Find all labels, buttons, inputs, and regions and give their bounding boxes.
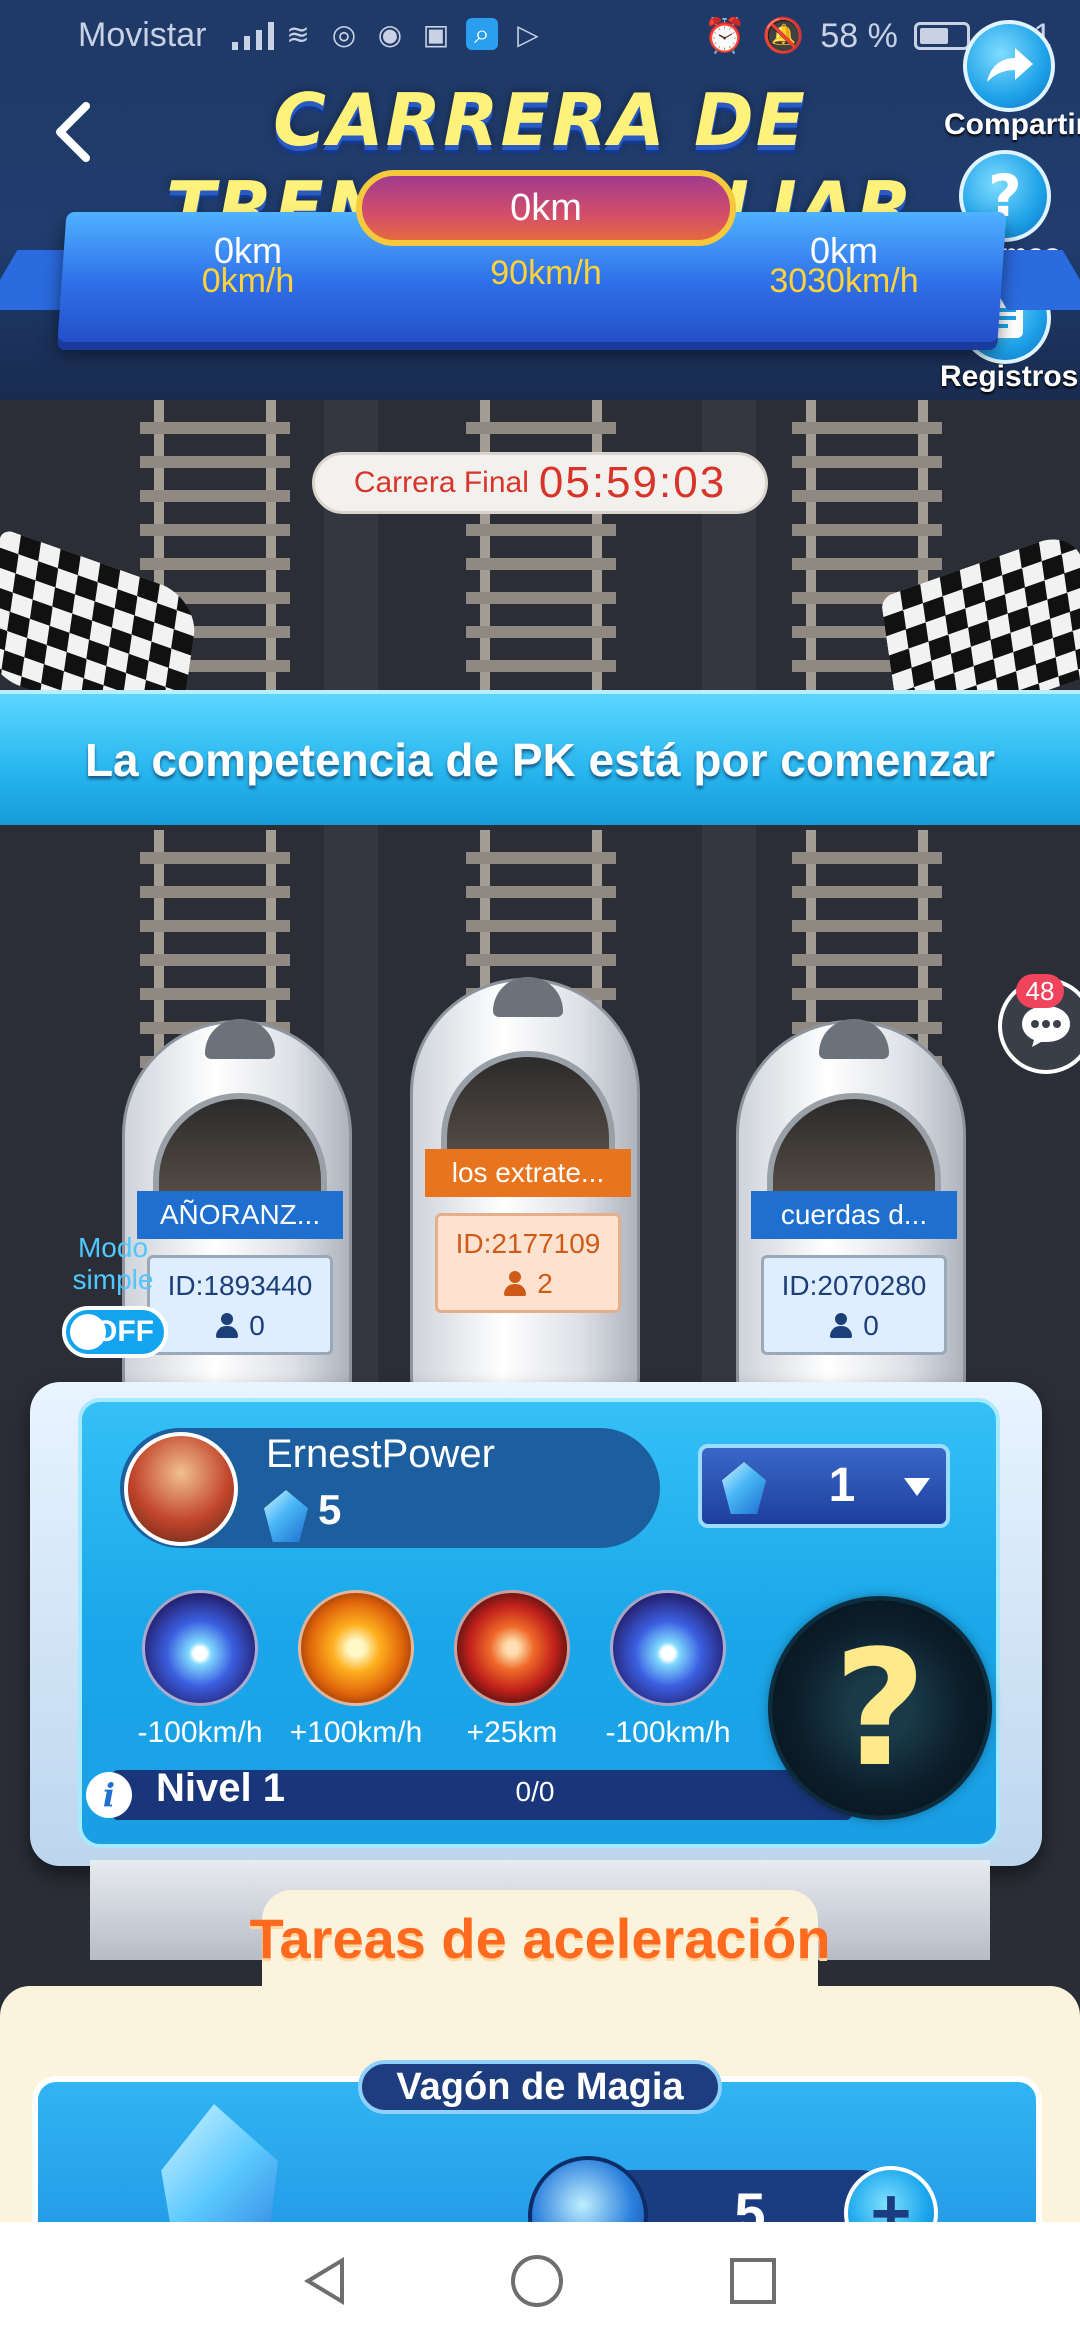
skill-label: -100km/h [605, 1716, 731, 1749]
timer-label: Carrera Final [353, 466, 529, 499]
alarm-icon: ⏰ [703, 17, 746, 55]
share-label: Compartir [944, 108, 1080, 141]
team-info: ID:1893440 0 [147, 1255, 333, 1355]
team-info: ID:2177109 2 [435, 1213, 621, 1313]
nav-home-icon[interactable] [510, 2255, 563, 2307]
team-name: los extrate... [425, 1149, 631, 1197]
whatsapp-icon: ◎ [331, 18, 357, 50]
toggle-knob [70, 1314, 106, 1350]
simple-mode-label: Modo simple [72, 1232, 154, 1295]
team-id: ID:1893440 [167, 1270, 313, 1301]
user-gem-count: 5 [318, 1486, 342, 1533]
team-train-center[interactable]: los extrate... ID:2177109 2 [410, 977, 640, 1398]
notification-icons: ≋ ◎ ◉ ▣ ⌕ ▷ [282, 18, 544, 50]
wifi-icon: ≋ [286, 18, 310, 50]
messenger-icon: ◉ [377, 18, 403, 50]
level-label: Nivel 1 [156, 1766, 285, 1810]
left-speed: 0km/h [201, 262, 295, 300]
team-name: cuerdas d... [751, 1191, 957, 1239]
center-speed: 90km/h [490, 254, 602, 292]
magic-wagon-title: Vagón de Magia [358, 2060, 722, 2114]
level-progress-text: 0/0 [515, 1776, 555, 1807]
member-icon [503, 1271, 527, 1297]
rail-center-upper [466, 400, 616, 700]
member-icon [829, 1313, 853, 1339]
team-member-count: 0 [249, 1310, 265, 1341]
blue-burst-icon [610, 1590, 726, 1706]
share-button[interactable]: Compartir [944, 20, 1080, 142]
avatar[interactable] [124, 1432, 238, 1546]
mystery-box-button[interactable]: ? [772, 1600, 988, 1816]
member-icon [215, 1313, 239, 1339]
info-icon[interactable]: i [86, 1772, 132, 1818]
team-id: ID:2070280 [781, 1270, 927, 1301]
share-icon [963, 20, 1055, 112]
battery-percent: 58 % [820, 16, 898, 55]
search-app-icon: ⌕ [466, 18, 498, 50]
chevron-down-icon[interactable] [904, 1478, 930, 1496]
question-mark-icon: ? [833, 1614, 927, 1802]
right-speed: 3030km/h [769, 262, 919, 300]
nav-recent-apps-icon[interactable] [730, 2258, 777, 2304]
nav-back-icon[interactable] [303, 2257, 344, 2305]
play-icon: ▷ [517, 18, 539, 50]
team-info: ID:2070280 0 [761, 1255, 947, 1355]
pk-banner: La competencia de PK está por comenzar [0, 690, 1080, 825]
skill-distance[interactable]: +25km [452, 1590, 572, 1750]
gallery-icon: ▣ [422, 18, 450, 50]
skill-slow-2[interactable]: -100km/h [605, 1590, 731, 1750]
user-name: ErnestPower [266, 1432, 495, 1476]
chat-unread-badge: 48 [1016, 974, 1064, 1008]
red-spring-icon [454, 1590, 570, 1706]
skill-boost[interactable]: +100km/h [290, 1590, 422, 1750]
mute-icon: 🔕 [761, 17, 805, 55]
carrier-name: Movistar [78, 16, 207, 54]
race-timer: Carrera Final 05:59:03 [312, 452, 768, 514]
tasks-title: Tareas de aceleración [249, 1907, 831, 1970]
simple-mode-toggle[interactable]: OFF [62, 1306, 168, 1358]
status-bar: Movistar ≋ ◎ ◉ ▣ ⌕ ▷ ⏰ 🔕 58 % 2:01 [0, 0, 1080, 72]
records-label: Registros [940, 360, 1079, 393]
gold-burst-icon [298, 1590, 414, 1706]
page-title-line-1: CARRERA DE [273, 78, 807, 162]
team-train-left[interactable]: AÑORANZ... ID:1893440 0 [122, 1019, 352, 1440]
signal-icon [232, 22, 274, 50]
team-id: ID:2177109 [455, 1228, 601, 1259]
blue-burst-icon [142, 1590, 258, 1706]
team-train-right[interactable]: cuerdas d... ID:2070280 0 [736, 1019, 966, 1440]
timer-value: 05:59:03 [538, 458, 727, 507]
chat-bubble-icon [1022, 1006, 1070, 1047]
system-nav-bar [0, 2222, 1080, 2340]
team-member-count: 0 [863, 1310, 879, 1341]
gem-quantity-value: 1 [828, 1459, 856, 1512]
team-member-count: 2 [537, 1268, 553, 1299]
center-distance: 0km [356, 170, 736, 246]
skill-slow-1[interactable]: -100km/h [137, 1590, 263, 1750]
